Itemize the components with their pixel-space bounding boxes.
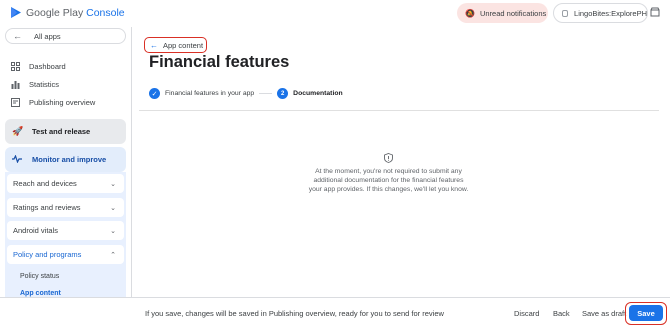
publishing-overview-icon xyxy=(10,97,20,107)
footer-message: If you save, changes will be saved in Pu… xyxy=(145,309,444,318)
step-connector xyxy=(259,93,273,94)
sidebar-item-label: Publishing overview xyxy=(29,97,96,107)
sidebar-item-label: Android vitals xyxy=(13,226,59,235)
account-selector[interactable]: LingoBites:ExplorePH xyxy=(553,3,648,23)
sidebar-item-label: Ratings and reviews xyxy=(13,203,81,212)
sidebar-item-app-content[interactable]: App content xyxy=(20,290,61,297)
step-financial-features[interactable]: Financial features in your app xyxy=(165,90,254,97)
sidebar: ← All apps Dashboard Statistics Publishi… xyxy=(0,27,132,297)
all-apps-button[interactable]: ← All apps xyxy=(5,28,126,44)
monitor-and-improve-label: Monitor and improve xyxy=(32,155,107,164)
chevron-down-icon: ⌄ xyxy=(110,180,116,188)
chevron-down-icon: ⌄ xyxy=(110,204,116,212)
statistics-icon xyxy=(10,79,20,89)
play-console-logo[interactable]: Google Play Console xyxy=(10,6,125,19)
chevron-up-icon: ⌃ xyxy=(110,251,116,259)
logo-accent: Console xyxy=(86,6,125,19)
sidebar-item-label: Dashboard xyxy=(29,61,66,71)
logo-prefix: Google Play xyxy=(26,6,84,19)
notification-bell-icon: 🔕 xyxy=(465,8,475,18)
sidebar-item-statistics[interactable]: Statistics xyxy=(10,79,59,89)
sidebar-item-label: Reach and devices xyxy=(13,179,77,188)
top-bar: Google Play Console 🔕 Unread notificatio… xyxy=(0,0,670,27)
shield-info-icon xyxy=(384,153,393,163)
sidebar-item-label: Statistics xyxy=(29,79,60,89)
chevron-down-icon: ⌄ xyxy=(110,227,116,235)
divider xyxy=(139,110,659,111)
sidebar-item-android-vitals[interactable]: Android vitals ⌄ xyxy=(7,221,124,240)
pulse-icon xyxy=(12,153,22,165)
save-as-draft-button[interactable]: Save as draft xyxy=(582,309,626,318)
sidebar-item-policy-and-programs[interactable]: Policy and programs ⌃ xyxy=(7,245,124,264)
unread-notifications-button[interactable]: 🔕 Unread notifications xyxy=(457,3,548,23)
sidebar-item-test-and-release[interactable]: 🚀 Test and release xyxy=(5,119,126,144)
save-button[interactable]: Save xyxy=(629,305,663,321)
sidebar-item-dashboard[interactable]: Dashboard xyxy=(10,61,66,71)
developer-account-icon xyxy=(562,9,569,17)
sidebar-item-policy-status[interactable]: Policy status xyxy=(20,273,59,280)
arrow-left-icon: ← xyxy=(150,40,158,50)
footer-bar: If you save, changes will be saved in Pu… xyxy=(0,297,670,327)
arrow-left-icon: ← xyxy=(13,31,22,41)
stepper: ✓ Financial features in your app 2 Docum… xyxy=(149,88,343,99)
page-title: Financial features xyxy=(149,53,290,71)
check-icon: ✓ xyxy=(149,88,160,99)
back-to-app-content-link[interactable]: ← App content xyxy=(144,37,207,53)
step-documentation: Documentation xyxy=(293,90,343,97)
main-content: ← App content Financial features ✓ Finan… xyxy=(133,27,670,297)
rocket-icon: 🚀 xyxy=(12,126,24,136)
info-message: At the moment, you're not required to su… xyxy=(308,168,469,193)
sidebar-item-publishing-overview[interactable]: Publishing overview xyxy=(10,97,95,107)
account-label: LingoBites:ExplorePH xyxy=(574,8,647,18)
store-icon[interactable] xyxy=(650,7,660,17)
sidebar-item-ratings-and-reviews[interactable]: Ratings and reviews ⌄ xyxy=(7,198,124,217)
back-link-label: App content xyxy=(163,40,204,50)
sidebar-item-label: Policy and programs xyxy=(13,250,82,259)
sidebar-item-monitor-and-improve[interactable]: Monitor and improve xyxy=(5,147,126,172)
sidebar-item-reach-and-devices[interactable]: Reach and devices ⌄ xyxy=(7,174,124,193)
back-button[interactable]: Back xyxy=(553,309,570,318)
play-logo-icon xyxy=(11,7,21,18)
dashboard-icon xyxy=(10,61,20,71)
discard-button[interactable]: Discard xyxy=(514,309,539,318)
step-number: 2 xyxy=(277,88,289,99)
test-and-release-label: Test and release xyxy=(32,127,91,136)
notifications-label: Unread notifications xyxy=(479,8,547,18)
all-apps-label: All apps xyxy=(34,31,61,41)
